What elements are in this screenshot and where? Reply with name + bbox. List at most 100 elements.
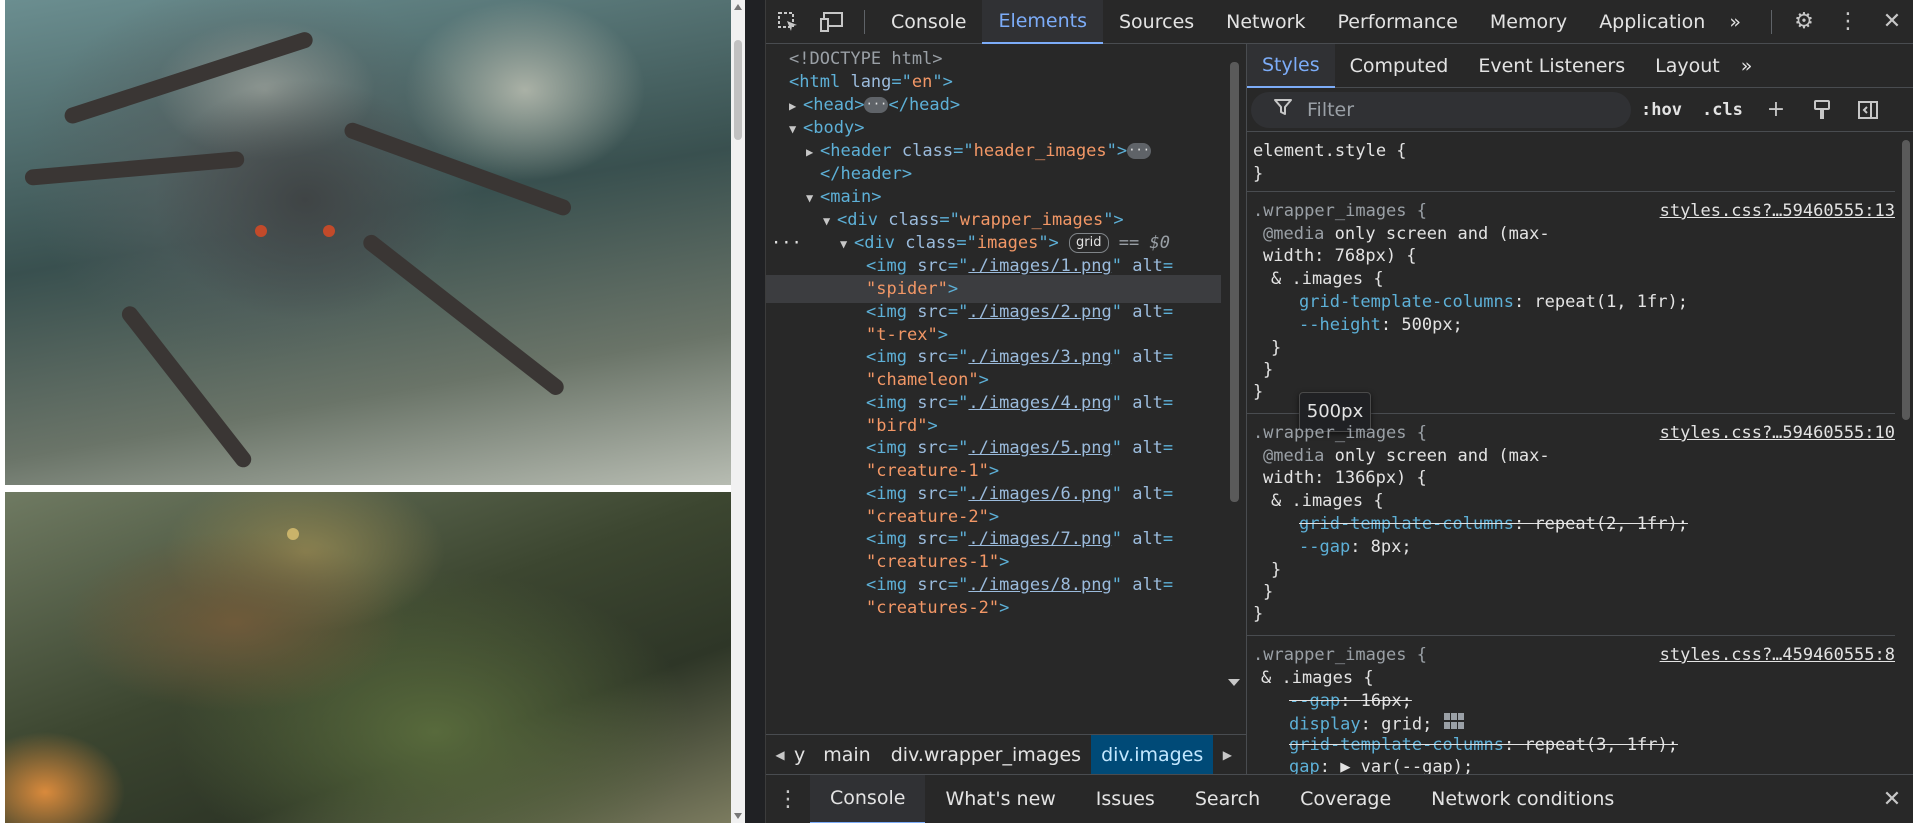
scroll-up-icon[interactable] xyxy=(734,4,742,10)
devtools-panel: Console Elements Sources Network Perform… xyxy=(765,0,1913,823)
element-style-selector[interactable]: element.style { xyxy=(1253,140,1407,163)
styles-scrollbar[interactable] xyxy=(1897,132,1913,774)
rule-selector[interactable]: .wrapper_images { xyxy=(1253,200,1427,223)
spider-leg xyxy=(62,30,315,126)
img-src-link[interactable]: ./images/8.png xyxy=(968,575,1111,595)
close-icon[interactable]: ✕ xyxy=(1870,0,1913,44)
tab-event-listeners[interactable]: Event Listeners xyxy=(1463,44,1640,88)
img-src-link[interactable]: ./images/6.png xyxy=(968,484,1111,504)
t-rex-image[interactable] xyxy=(5,492,731,823)
spider-eye xyxy=(255,225,267,237)
declaration[interactable]: display: grid; xyxy=(1289,712,1465,735)
media-query-cont: width: 1366px) { xyxy=(1263,468,1427,488)
drawer-tab-issues[interactable]: Issues xyxy=(1076,775,1175,823)
declaration[interactable]: gap: ▶ var(--gap); xyxy=(1289,756,1473,774)
devtools-drawer: ⋮ Console What's new Issues Search Cover… xyxy=(766,774,1913,823)
close-brace: } xyxy=(1253,164,1264,184)
tab-memory[interactable]: Memory xyxy=(1474,0,1583,44)
spider-leg xyxy=(360,231,567,399)
declaration-overridden[interactable]: --gap: 16px; xyxy=(1289,690,1412,713)
cls-button[interactable]: .cls xyxy=(1692,100,1753,120)
rule-selector[interactable]: .wrapper_images { xyxy=(1253,644,1427,667)
breadcrumb: ◀ y main div.wrapper_images div.images ▶ xyxy=(766,734,1246,775)
nested-selector[interactable]: & .images { xyxy=(1271,490,1384,513)
scroll-down-icon[interactable] xyxy=(1228,679,1240,686)
selected-marker: == $0 xyxy=(1118,233,1170,253)
ellipsis-icon[interactable]: ··· xyxy=(1127,143,1152,159)
tab-computed[interactable]: Computed xyxy=(1335,44,1464,88)
sidebar-toggle-icon[interactable] xyxy=(1845,88,1891,132)
paint-icon[interactable] xyxy=(1799,88,1845,132)
collapse-icon[interactable]: ▼ xyxy=(823,207,837,235)
breadcrumb-left-icon[interactable]: ◀ xyxy=(766,735,794,775)
tab-application[interactable]: Application xyxy=(1583,0,1721,44)
tab-network[interactable]: Network xyxy=(1210,0,1321,44)
tab-performance[interactable]: Performance xyxy=(1322,0,1474,44)
scrollbar-thumb[interactable] xyxy=(734,40,742,140)
grid-badge[interactable]: grid xyxy=(1069,233,1109,253)
close-drawer-icon[interactable]: ✕ xyxy=(1870,777,1913,821)
inspect-icon[interactable] xyxy=(766,0,810,44)
device-toggle-icon[interactable] xyxy=(810,0,854,44)
nested-selector[interactable]: & .images { xyxy=(1261,667,1374,690)
node-actions-icon[interactable]: ··· xyxy=(771,229,802,257)
breadcrumb-right-icon[interactable]: ▶ xyxy=(1213,735,1241,775)
tab-sources[interactable]: Sources xyxy=(1103,0,1210,44)
spider-image[interactable] xyxy=(5,0,731,485)
close-brace: } xyxy=(1253,604,1264,624)
img-src-link[interactable]: ./images/3.png xyxy=(968,347,1111,367)
elements-scrollbar[interactable] xyxy=(1221,44,1246,734)
breadcrumb-item-main[interactable]: main xyxy=(813,735,880,775)
declaration-overridden[interactable]: grid-template-columns: repeat(3, 1fr); xyxy=(1289,734,1678,757)
scrollbar-thumb[interactable] xyxy=(1230,62,1239,502)
rule-selector[interactable]: .wrapper_images { xyxy=(1253,422,1427,445)
img-alt-value[interactable]: "creatures-2"> xyxy=(866,594,1009,622)
drawer-menu-icon[interactable]: ⋮ xyxy=(766,777,810,821)
declaration[interactable]: --height: 500px; xyxy=(1299,314,1463,337)
tab-layout[interactable]: Layout xyxy=(1640,44,1735,88)
rule-source-link[interactable]: styles.css?…59460555:10 xyxy=(1660,422,1895,445)
collapse-icon[interactable]: ▼ xyxy=(806,184,820,212)
close-brace: } xyxy=(1263,360,1274,380)
new-rule-icon[interactable]: + xyxy=(1753,88,1799,132)
expand-icon[interactable]: ▶ xyxy=(806,138,820,166)
nested-selector[interactable]: & .images { xyxy=(1271,268,1384,291)
page-scrollbar[interactable] xyxy=(731,0,745,823)
tab-console[interactable]: Console xyxy=(875,0,982,44)
breadcrumb-item-wrapper[interactable]: div.wrapper_images xyxy=(881,735,1091,775)
more-vert-icon[interactable]: ⋮ xyxy=(1826,0,1870,44)
drawer-tab-search[interactable]: Search xyxy=(1175,775,1280,823)
breadcrumb-item-images[interactable]: div.images xyxy=(1091,734,1214,775)
spider-leg xyxy=(118,303,255,471)
ellipsis-icon[interactable]: ··· xyxy=(864,97,889,113)
hov-button[interactable]: :hov xyxy=(1631,100,1692,120)
breadcrumb-item[interactable]: y xyxy=(794,735,813,775)
scrollbar-thumb[interactable] xyxy=(1902,140,1910,420)
close-brace: } xyxy=(1253,382,1264,402)
img-src-link[interactable]: ./images/1.png xyxy=(968,256,1111,276)
tab-styles[interactable]: Styles xyxy=(1247,44,1335,88)
scroll-down-icon[interactable] xyxy=(734,813,742,819)
img-src-link[interactable]: ./images/5.png xyxy=(968,438,1111,458)
img-src-link[interactable]: ./images/4.png xyxy=(968,393,1111,413)
img-src-link[interactable]: ./images/2.png xyxy=(968,302,1111,322)
collapse-icon[interactable]: ▼ xyxy=(840,230,854,258)
img-src-link[interactable]: ./images/7.png xyxy=(968,529,1111,549)
rule-source-link[interactable]: styles.css?…59460555:13 xyxy=(1660,200,1895,223)
tab-elements[interactable]: Elements xyxy=(982,0,1103,44)
drawer-tab-coverage[interactable]: Coverage xyxy=(1280,775,1411,823)
toolbar-divider xyxy=(864,9,865,34)
filter-input[interactable]: Filter xyxy=(1251,91,1631,128)
declaration[interactable]: --gap: 8px; xyxy=(1299,536,1412,559)
declaration-overridden[interactable]: grid-template-columns: repeat(2, 1fr); xyxy=(1299,513,1688,536)
settings-icon[interactable]: ⚙ xyxy=(1782,0,1826,44)
declaration[interactable]: grid-template-columns: repeat(1, 1fr); xyxy=(1299,291,1688,314)
more-tabs-icon[interactable]: » xyxy=(1721,0,1749,44)
rule-source-link[interactable]: styles.css?…459460555:8 xyxy=(1660,644,1895,667)
drawer-tab-whats-new[interactable]: What's new xyxy=(925,775,1075,823)
media-query: @media only screen and (max- xyxy=(1263,224,1550,244)
more-tabs-icon[interactable]: » xyxy=(1735,44,1759,88)
drawer-tab-network-conditions[interactable]: Network conditions xyxy=(1411,775,1634,823)
drawer-tab-console[interactable]: Console xyxy=(810,774,926,823)
collapse-icon[interactable]: ▼ xyxy=(789,115,803,143)
